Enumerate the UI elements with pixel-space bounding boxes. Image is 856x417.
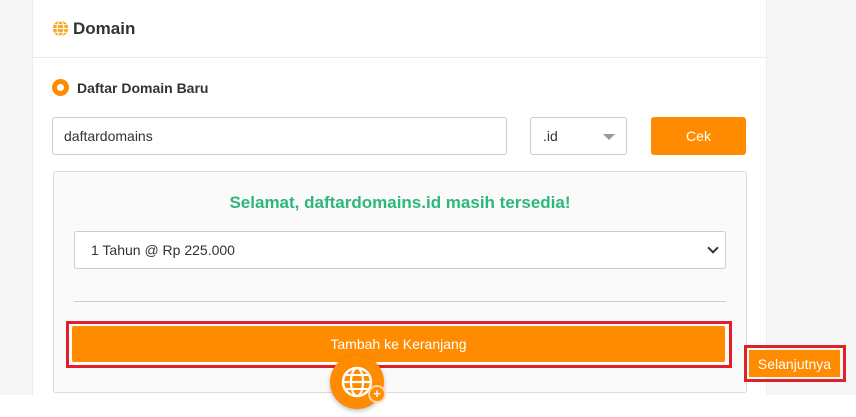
period-select[interactable]: 1 Tahun @ Rp 225.000 xyxy=(74,231,726,269)
globe-icon xyxy=(52,20,69,37)
add-to-cart-button[interactable]: Tambah ke Keranjang xyxy=(72,326,725,362)
tld-select-value: .id xyxy=(543,128,558,144)
bottom-bar xyxy=(0,395,856,417)
period-select-value: 1 Tahun @ Rp 225.000 xyxy=(91,242,235,258)
tld-select[interactable]: .id xyxy=(530,117,627,155)
caret-down-icon xyxy=(603,134,615,140)
register-option[interactable]: Daftar Domain Baru xyxy=(52,79,208,96)
next-button[interactable]: Selanjutnya xyxy=(749,350,840,377)
page: Domain Daftar Domain Baru .id Cek Selama… xyxy=(0,0,856,417)
check-button[interactable]: Cek xyxy=(651,117,746,155)
radio-selected-icon[interactable] xyxy=(52,79,69,96)
availability-message: Selamat, daftardomains.id masih tersedia… xyxy=(229,193,571,212)
plus-icon: + xyxy=(368,385,386,403)
register-option-label: Daftar Domain Baru xyxy=(77,79,209,96)
card-title: Domain xyxy=(73,18,136,38)
card-header: Domain xyxy=(33,0,766,58)
chevron-down-icon xyxy=(707,242,719,254)
domain-name-input[interactable] xyxy=(52,117,507,155)
divider xyxy=(74,301,726,302)
